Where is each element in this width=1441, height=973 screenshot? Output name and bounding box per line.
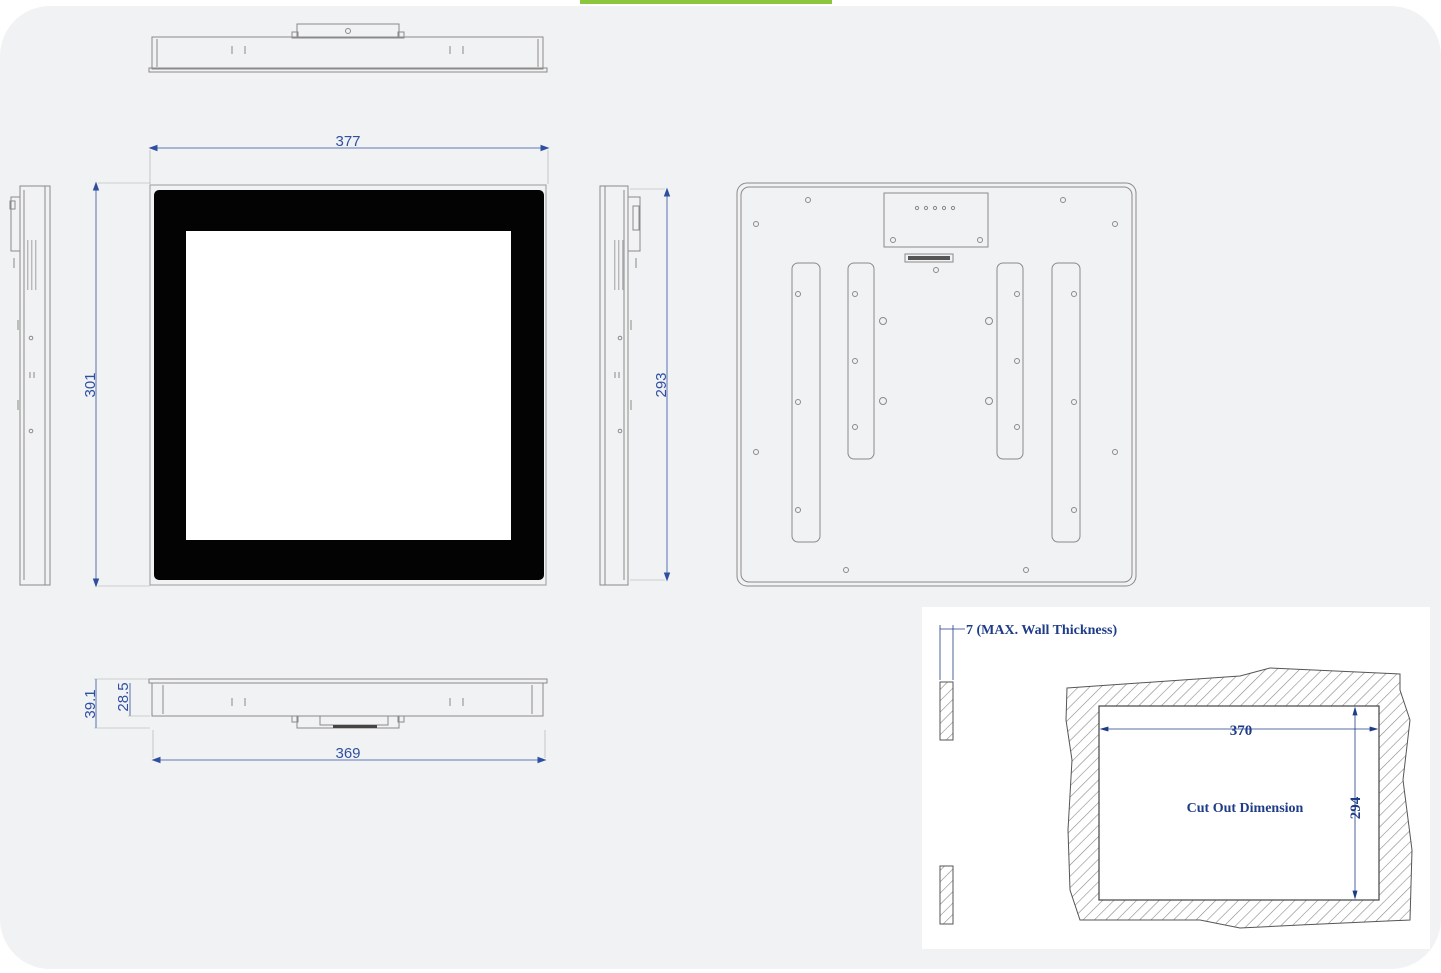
- rear-connector-pins: [908, 256, 950, 260]
- dim-height-right-label: 293: [653, 372, 670, 397]
- dim-depth-total-label: 39.1: [82, 689, 99, 718]
- wall-section-bottom: [939, 865, 954, 925]
- cutout-label: Cut Out Dimension: [1187, 801, 1304, 816]
- dim-height-left-label: 301: [82, 372, 99, 397]
- cutout-width-label: 370: [1230, 723, 1253, 739]
- cutout-height-label: 294: [1348, 796, 1364, 819]
- drawing-canvas: 377 301 293 39.1 28.5 369 7 (MAX. Wall T…: [0, 0, 1441, 969]
- dim-width-bottom-label: 369: [335, 745, 360, 762]
- technical-drawing: 377 301 293 39.1 28.5 369 7 (MAX. Wall T…: [0, 0, 1441, 969]
- dim-width-top-label: 377: [335, 133, 360, 150]
- display-area: [186, 231, 511, 540]
- wall-section-top: [939, 681, 954, 741]
- wall-thickness-note: 7 (MAX. Wall Thickness): [966, 623, 1118, 638]
- accent-tab: [580, 0, 832, 4]
- bottom-connector: [333, 725, 377, 728]
- dim-depth-body-label: 28.5: [115, 682, 132, 711]
- cutout-diagram: [922, 607, 1430, 949]
- front-view: [149, 184, 547, 586]
